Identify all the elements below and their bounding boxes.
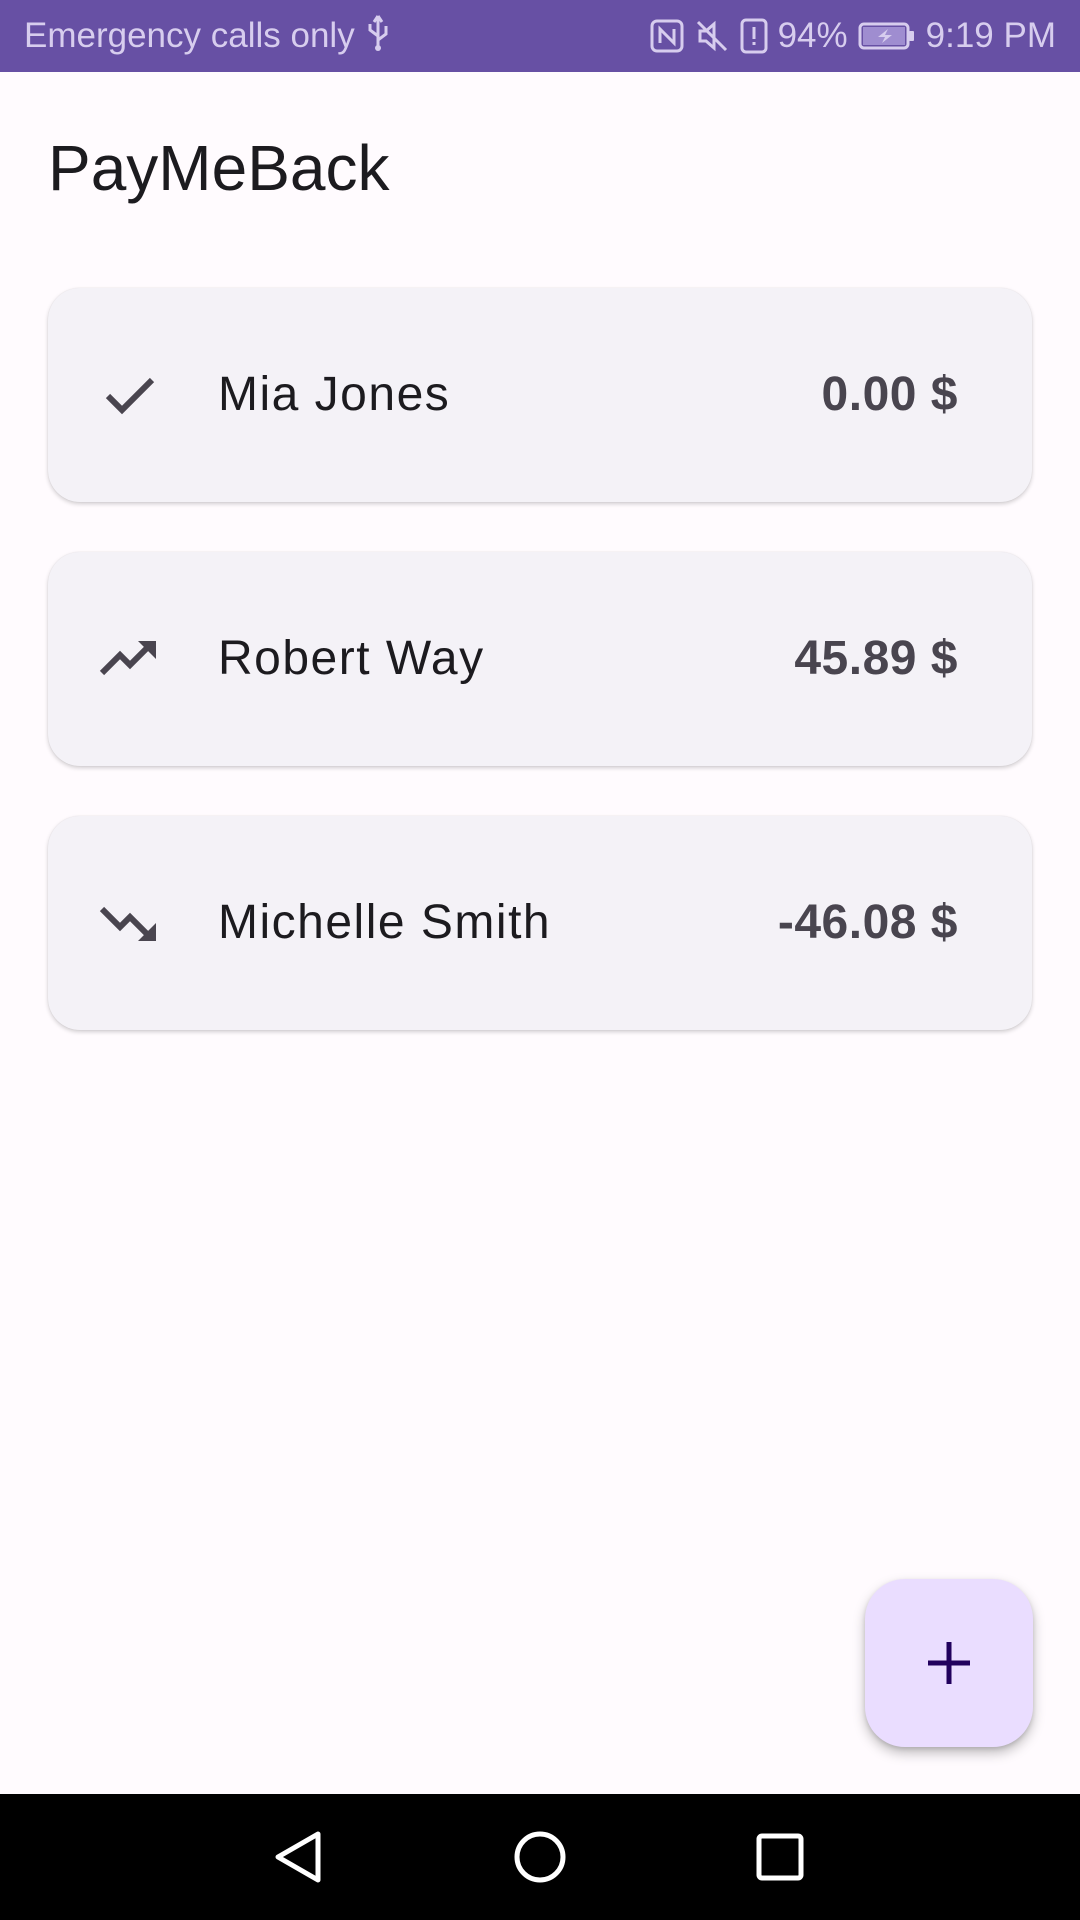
status-bar: Emergency calls only 94% 9:19 PM (0, 0, 1080, 72)
person-name: Robert Way (218, 632, 485, 685)
status-left: Emergency calls only (24, 12, 391, 61)
alert-icon (740, 18, 768, 54)
debt-amount: -46.08 $ (777, 896, 958, 949)
home-icon[interactable] (507, 1824, 573, 1890)
trending-down-icon (99, 906, 156, 941)
navigation-bar (0, 1794, 1080, 1920)
back-icon[interactable] (266, 1824, 332, 1890)
check-icon (105, 377, 155, 415)
add-debt-button[interactable] (865, 1579, 1033, 1747)
debt-card[interactable]: Mia Jones 0.00 $ (48, 288, 1032, 502)
debt-card[interactable]: Robert Way 45.89 $ (48, 552, 1032, 766)
mute-icon (694, 18, 730, 54)
debt-card[interactable]: Michelle Smith -46.08 $ (48, 816, 1032, 1030)
status-right: 94% 9:19 PM (650, 16, 1056, 56)
clock: 9:19 PM (925, 16, 1056, 55)
usb-icon (365, 12, 391, 61)
person-name: Mia Jones (218, 368, 451, 421)
person-name: Michelle Smith (218, 896, 552, 949)
recents-icon[interactable] (747, 1824, 813, 1890)
debt-amount: 0.00 $ (821, 368, 958, 421)
trending-up-icon (99, 641, 156, 676)
battery-percent: 94% (777, 16, 848, 55)
app-title: PayMeBack (48, 132, 390, 204)
plus-icon (928, 1642, 970, 1684)
nfc-icon (650, 19, 684, 53)
battery-charging-icon (858, 21, 916, 51)
carrier-text: Emergency calls only (24, 16, 355, 55)
debt-amount: 45.89 $ (794, 632, 958, 685)
